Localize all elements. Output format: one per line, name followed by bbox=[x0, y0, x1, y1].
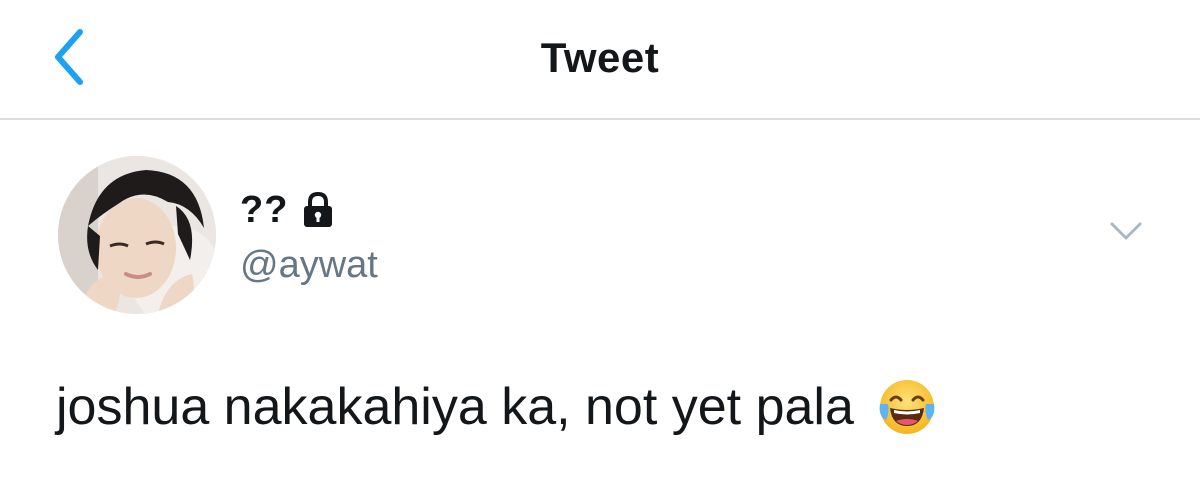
tweet-menu-button[interactable] bbox=[1108, 218, 1144, 244]
display-name: ?? bbox=[240, 188, 289, 231]
author-name-row[interactable]: ?? bbox=[240, 188, 334, 232]
chevron-down-icon bbox=[1110, 222, 1142, 240]
avatar[interactable] bbox=[58, 156, 216, 314]
face-with-tears-of-joy-icon bbox=[876, 376, 938, 438]
tweet-text: joshua nakakahiya ka, not yet pala bbox=[56, 378, 854, 436]
tweet-body: joshua nakakahiya ka, not yet pala bbox=[56, 376, 938, 438]
lock-icon bbox=[302, 191, 334, 228]
tweet-detail: ?? @aywat joshua nakakahiya ka, not yet … bbox=[0, 122, 1200, 490]
page-title: Tweet bbox=[540, 34, 660, 81]
author-handle[interactable]: @aywat bbox=[240, 244, 378, 287]
navigation-bar: Tweet bbox=[0, 0, 1200, 120]
